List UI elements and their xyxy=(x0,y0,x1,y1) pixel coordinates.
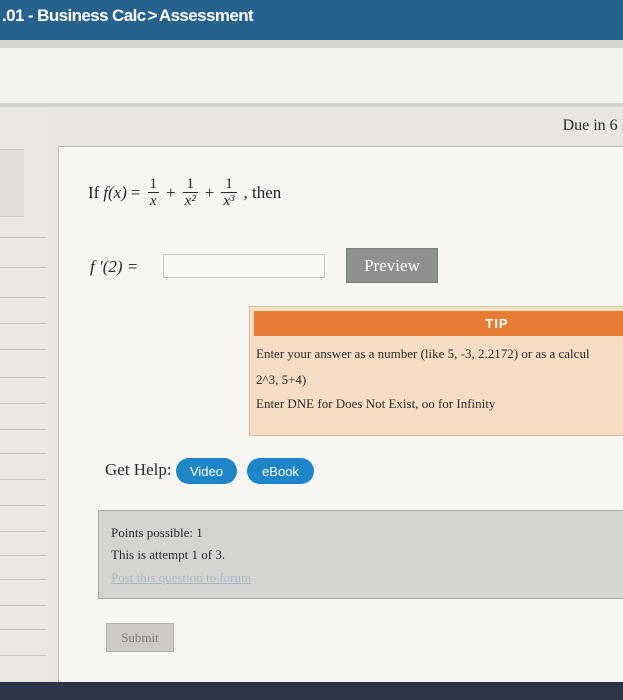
sidebar-divider xyxy=(0,323,46,324)
due-date-text: Due in 6 I xyxy=(562,117,623,134)
sidebar-divider xyxy=(0,403,46,404)
sidebar-divider xyxy=(0,531,46,532)
question-prefix: If xyxy=(88,183,100,202)
breadcrumb: .01 - Business Calc > Assessment xyxy=(2,6,254,26)
fraction-term-2: 1 x² xyxy=(182,176,198,210)
preview-button[interactable]: Preview xyxy=(346,248,438,283)
sidebar-divider xyxy=(0,505,46,506)
denominator: x xyxy=(147,192,159,209)
ebook-help-button[interactable]: eBook xyxy=(247,458,314,484)
tip-heading: TIP xyxy=(254,311,623,336)
numerator: 1 xyxy=(186,176,194,192)
tip-box: TIP Enter your answer as a number (like … xyxy=(249,306,623,436)
points-possible-text: Points possible: 1 xyxy=(111,525,203,540)
sidebar-divider xyxy=(0,297,46,298)
points-info-box: Points possible: 1 This is attempt 1 of … xyxy=(98,510,623,599)
left-sidebar xyxy=(0,107,48,682)
answer-input[interactable] xyxy=(163,254,325,278)
post-to-forum-link[interactable]: Post this question to forum xyxy=(111,570,251,586)
plus-sign: + xyxy=(204,183,215,202)
answer-label: f ′(2) = xyxy=(90,257,139,276)
numerator: 1 xyxy=(225,176,233,192)
sidebar-divider xyxy=(0,605,46,606)
tip-text-line: Enter your answer as a number (like 5, -… xyxy=(256,346,590,361)
question-statement: If f(x) = 1 x + 1 x² + 1 x³ , then xyxy=(88,176,281,210)
sidebar-divider xyxy=(0,349,46,350)
submit-button[interactable]: Submit xyxy=(106,623,174,652)
sidebar-tab[interactable] xyxy=(0,149,24,217)
banner-divider xyxy=(0,103,623,107)
top-header-bar: .01 - Business Calc > Assessment xyxy=(0,0,623,40)
page-banner xyxy=(0,48,623,103)
breadcrumb-separator: > xyxy=(147,6,158,25)
attempt-count-text: This is attempt 1 of 3. xyxy=(111,547,226,562)
sidebar-divider xyxy=(0,579,46,580)
sidebar-divider xyxy=(0,267,46,268)
sidebar-divider xyxy=(0,429,46,430)
fraction-term-3: 1 x³ xyxy=(221,176,237,210)
bottom-bar xyxy=(0,682,623,700)
function-name: f(x) xyxy=(103,183,127,202)
sidebar-divider xyxy=(0,655,46,656)
get-help-label: Get Help: xyxy=(105,460,172,479)
sidebar-divider xyxy=(0,237,46,238)
denominator: x² xyxy=(182,192,198,209)
sidebar-divider xyxy=(0,629,46,630)
numerator: 1 xyxy=(149,176,158,192)
question-suffix: , then xyxy=(243,183,282,202)
video-help-button[interactable]: Video xyxy=(176,458,237,484)
denominator: x³ xyxy=(221,192,237,209)
sidebar-divider xyxy=(0,555,46,556)
plus-sign: + xyxy=(166,183,176,202)
fraction-term-1: 1 x xyxy=(147,176,160,210)
sidebar-divider xyxy=(0,377,46,378)
breadcrumb-course-link[interactable]: .01 - Business Calc xyxy=(2,6,146,25)
tip-text-line: 2^3, 5+4) xyxy=(256,372,307,387)
header-divider xyxy=(0,40,623,48)
sidebar-divider xyxy=(0,479,46,480)
breadcrumb-current-page: Assessment xyxy=(158,6,254,25)
equals-sign: = xyxy=(130,183,141,202)
tip-text-line: Enter DNE for Does Not Exist, oo for Inf… xyxy=(256,396,496,411)
sidebar-divider xyxy=(0,453,46,454)
